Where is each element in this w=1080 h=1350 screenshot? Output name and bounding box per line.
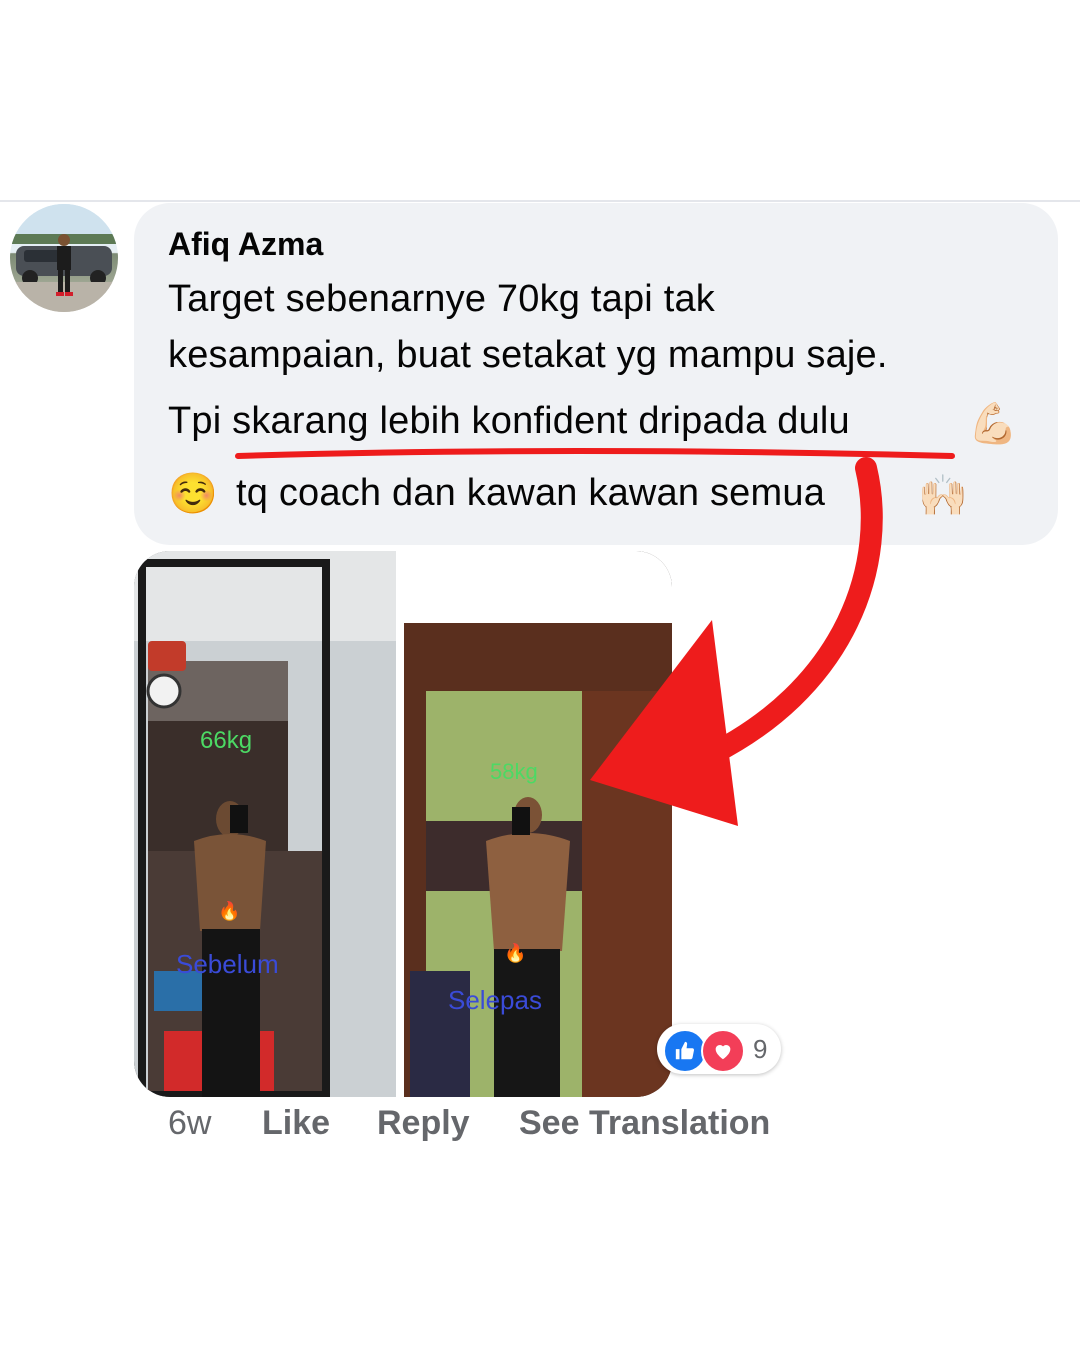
after-caption: Selepas — [448, 985, 542, 1015]
attached-photo[interactable]: 66kg 🔥 Sebelum 58kg 🔥 Selepas — [134, 551, 672, 1097]
before-caption: Sebelum — [176, 949, 279, 979]
reactions-summary[interactable]: 9 — [657, 1024, 781, 1074]
fire-emoji-icon: 🔥 — [218, 901, 241, 921]
see-translation-button[interactable]: See Translation — [519, 1104, 770, 1143]
avatar-photo — [10, 204, 118, 312]
comment-line-4: tq coach dan kawan kawan semua — [236, 472, 826, 514]
reply-button[interactable]: Reply — [377, 1104, 470, 1143]
like-button[interactable]: Like — [262, 1104, 330, 1143]
fire-emoji-icon: 🔥 — [504, 943, 527, 963]
muscle-emoji-icon: 💪🏻 — [968, 402, 1018, 446]
raised-hands-emoji-icon: 🙌🏻 — [918, 474, 968, 518]
love-reaction-icon — [701, 1029, 745, 1073]
before-weight-label: 66kg — [200, 727, 253, 754]
comment-author[interactable]: Afiq Azma — [168, 226, 323, 263]
after-weight-label: 58kg — [490, 759, 538, 784]
comment-line-3: Tpi skarang lebih konfident dripada dulu — [168, 400, 850, 442]
smile-emoji-icon: ☺️ — [168, 472, 218, 516]
comment-line-1: Target sebenarnye 70kg tapi tak — [168, 278, 715, 320]
comment-timestamp[interactable]: 6w — [168, 1104, 211, 1143]
comment-line-2: kesampaian, buat setakat yg mampu saje. — [168, 334, 888, 376]
top-divider — [0, 200, 1080, 202]
reaction-count: 9 — [753, 1034, 768, 1064]
avatar[interactable] — [10, 204, 118, 312]
before-after-photo — [134, 551, 672, 1097]
